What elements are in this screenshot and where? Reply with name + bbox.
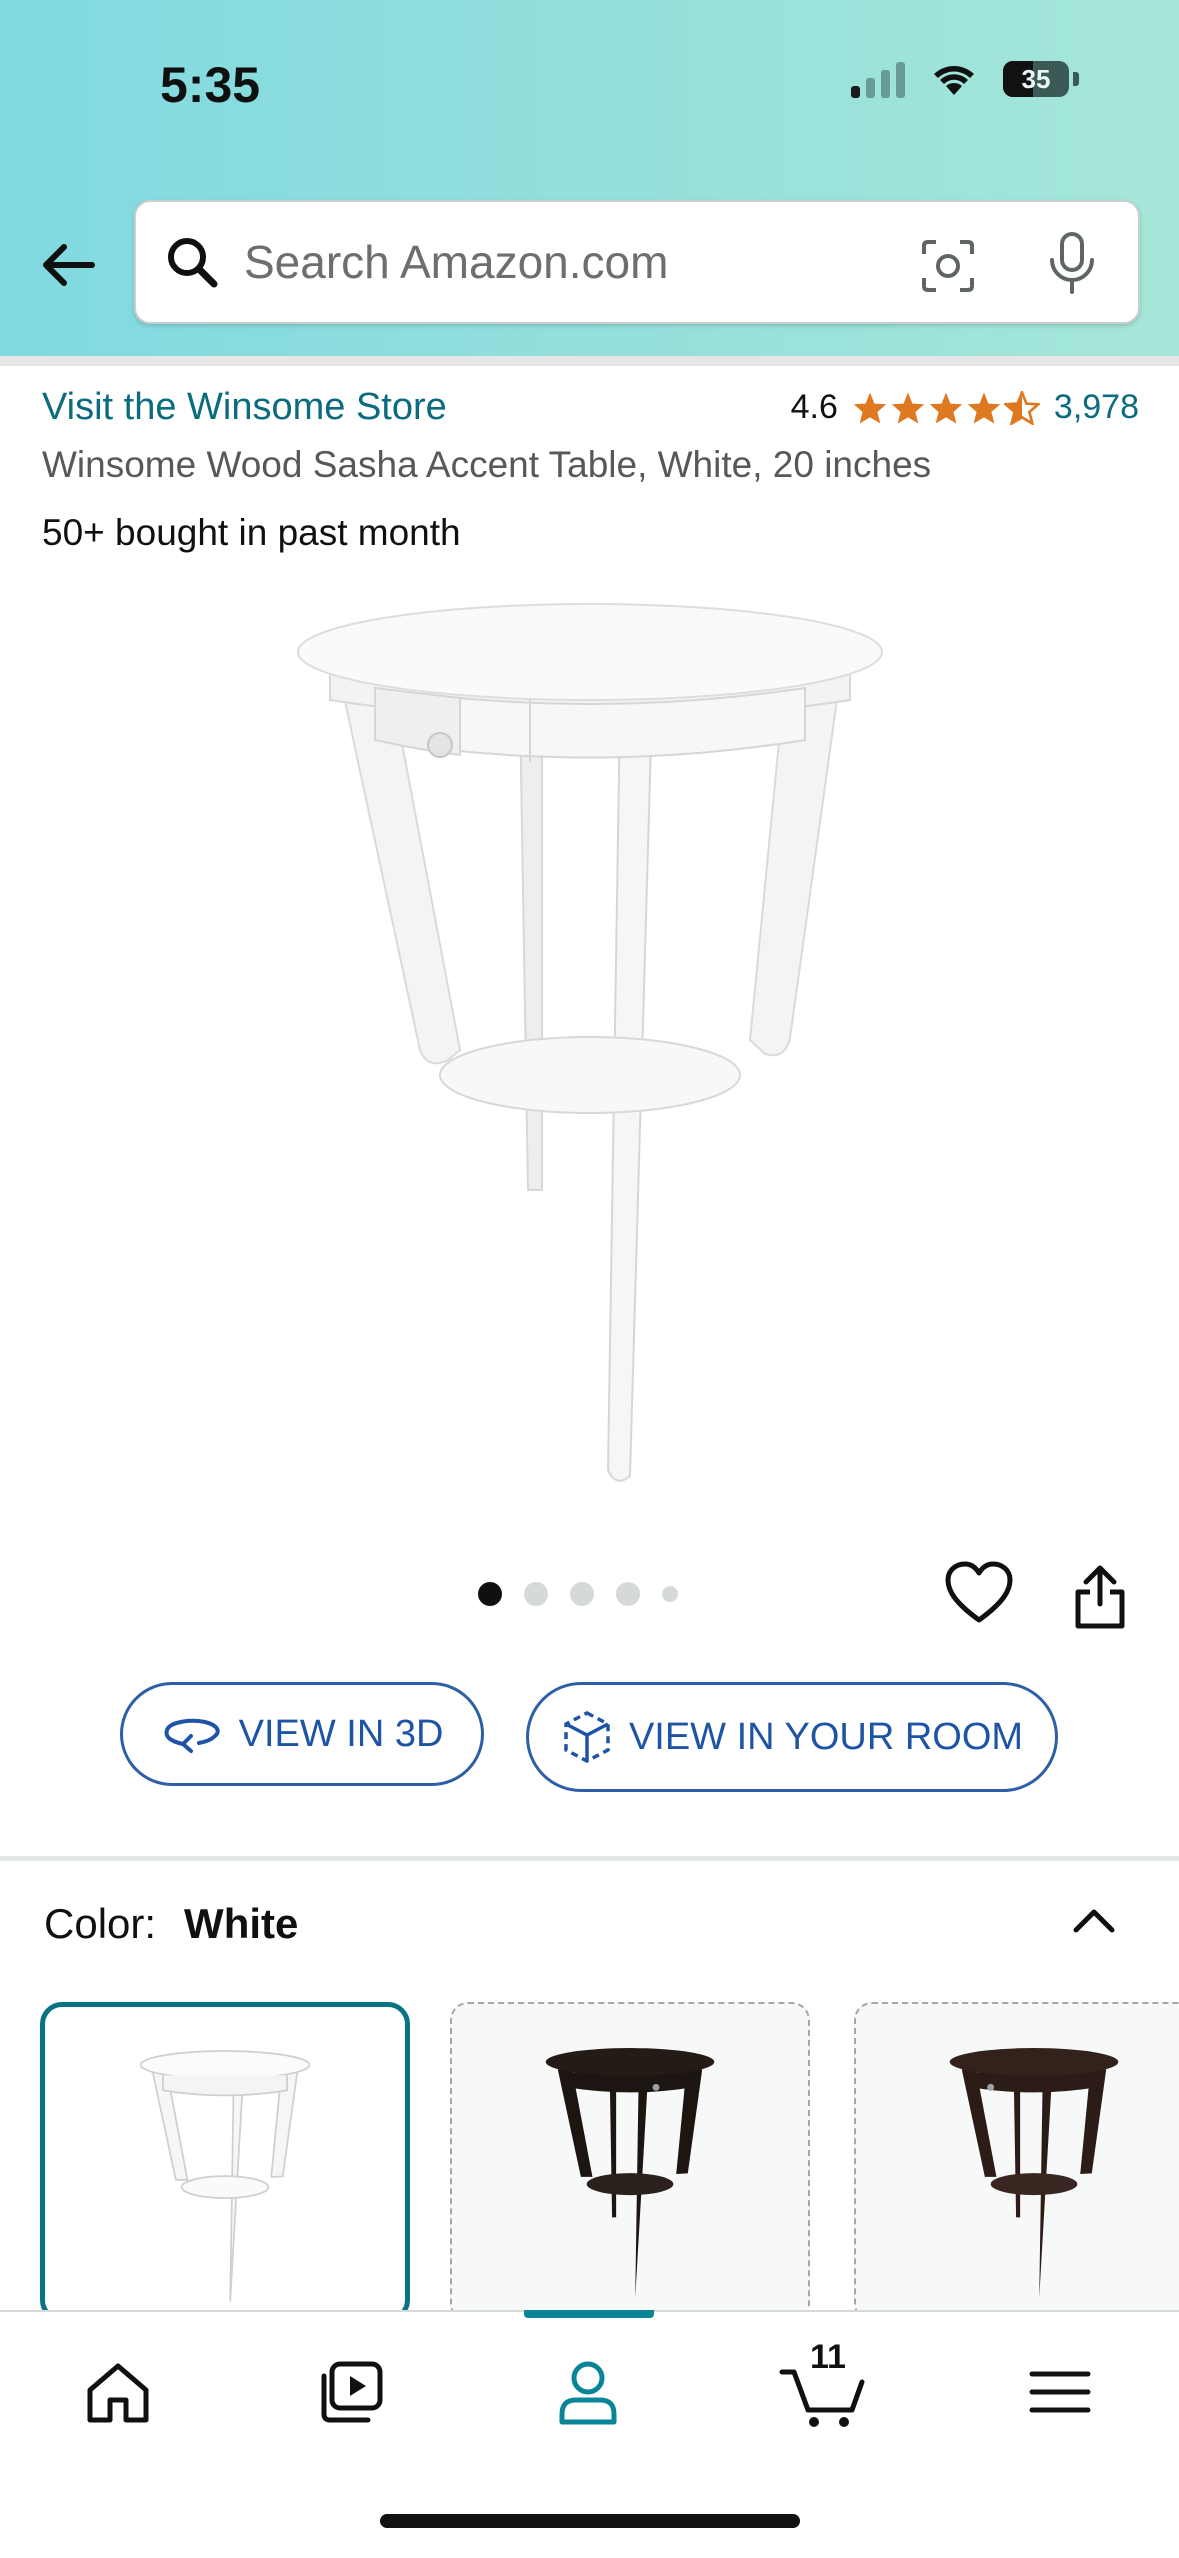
pagination-dot[interactable] — [524, 1582, 548, 1606]
share-icon[interactable] — [1070, 1562, 1130, 1632]
view-in-3d-button[interactable]: VIEW IN 3D — [120, 1682, 484, 1786]
home-icon[interactable] — [78, 2352, 158, 2432]
battery-cap — [1073, 72, 1079, 86]
pagination-dot[interactable] — [570, 1582, 594, 1606]
search-icon — [168, 238, 218, 288]
image-pagination[interactable] — [478, 1582, 678, 1606]
battery-icon: 35 — [1003, 61, 1069, 97]
video-icon[interactable] — [312, 2352, 392, 2432]
search-input[interactable] — [242, 234, 846, 290]
rating-stars — [852, 390, 1040, 425]
swatch-image — [545, 2048, 715, 2299]
status-icons: 35 — [851, 60, 1079, 98]
search-bar[interactable] — [134, 200, 1140, 324]
header-divider — [0, 356, 1179, 366]
signal-icon — [851, 60, 905, 98]
color-swatch-black[interactable] — [450, 2002, 810, 2322]
swatch-image — [949, 2048, 1119, 2299]
swatch-image — [139, 2050, 311, 2302]
heart-icon[interactable] — [944, 1560, 1014, 1626]
cart-count-badge: 11 — [810, 2338, 846, 2376]
color-label: Color: — [44, 1900, 157, 1947]
chevron-up-icon[interactable] — [1068, 1900, 1120, 1940]
section-divider — [0, 1856, 1179, 1861]
wifi-icon — [934, 66, 974, 95]
color-value: White — [184, 1900, 299, 1947]
star-icon — [967, 391, 1001, 424]
star-icon — [929, 391, 963, 424]
product-title: Winsome Wood Sasha Accent Table, White, … — [42, 444, 932, 485]
status-time: 5:35 — [160, 57, 261, 113]
bought-count: 50+ bought in past month — [42, 512, 461, 553]
color-swatch-cappuccino[interactable] — [854, 2002, 1179, 2322]
view-in-your-room-button[interactable]: VIEW IN YOUR ROOM — [526, 1682, 1058, 1792]
view-in-your-room-label: VIEW IN YOUR ROOM — [628, 1715, 1024, 1758]
store-link[interactable]: Visit the Winsome Store — [42, 386, 447, 429]
microphone-icon[interactable] — [1042, 230, 1102, 296]
rating[interactable]: 4.6 3,978 — [791, 388, 1139, 427]
back-arrow-icon[interactable] — [34, 230, 104, 300]
home-indicator — [380, 2514, 800, 2528]
view-in-3d-label: VIEW IN 3D — [238, 1712, 444, 1755]
star-icon — [853, 391, 887, 424]
pagination-dot[interactable] — [616, 1582, 640, 1606]
active-tab-indicator — [524, 2310, 654, 2318]
half-star-icon — [1003, 390, 1040, 425]
star-icon — [891, 391, 925, 424]
rating-value: 4.6 — [790, 388, 838, 426]
color-selector-header[interactable]: Color: White — [44, 1900, 298, 1948]
color-swatch-white[interactable] — [40, 2002, 410, 2322]
menu-icon[interactable] — [1020, 2352, 1100, 2432]
account-icon[interactable] — [548, 2352, 628, 2432]
camera-search-icon[interactable] — [918, 236, 978, 296]
rotate-3d-icon — [164, 1718, 220, 1753]
ar-cube-icon — [564, 1711, 610, 1763]
pagination-dot[interactable] — [662, 1586, 678, 1602]
product-image[interactable] — [280, 590, 900, 1490]
battery-level: 35 — [1021, 63, 1051, 94]
pagination-dot[interactable] — [478, 1582, 502, 1606]
rating-count[interactable]: 3,978 — [1054, 388, 1139, 427]
